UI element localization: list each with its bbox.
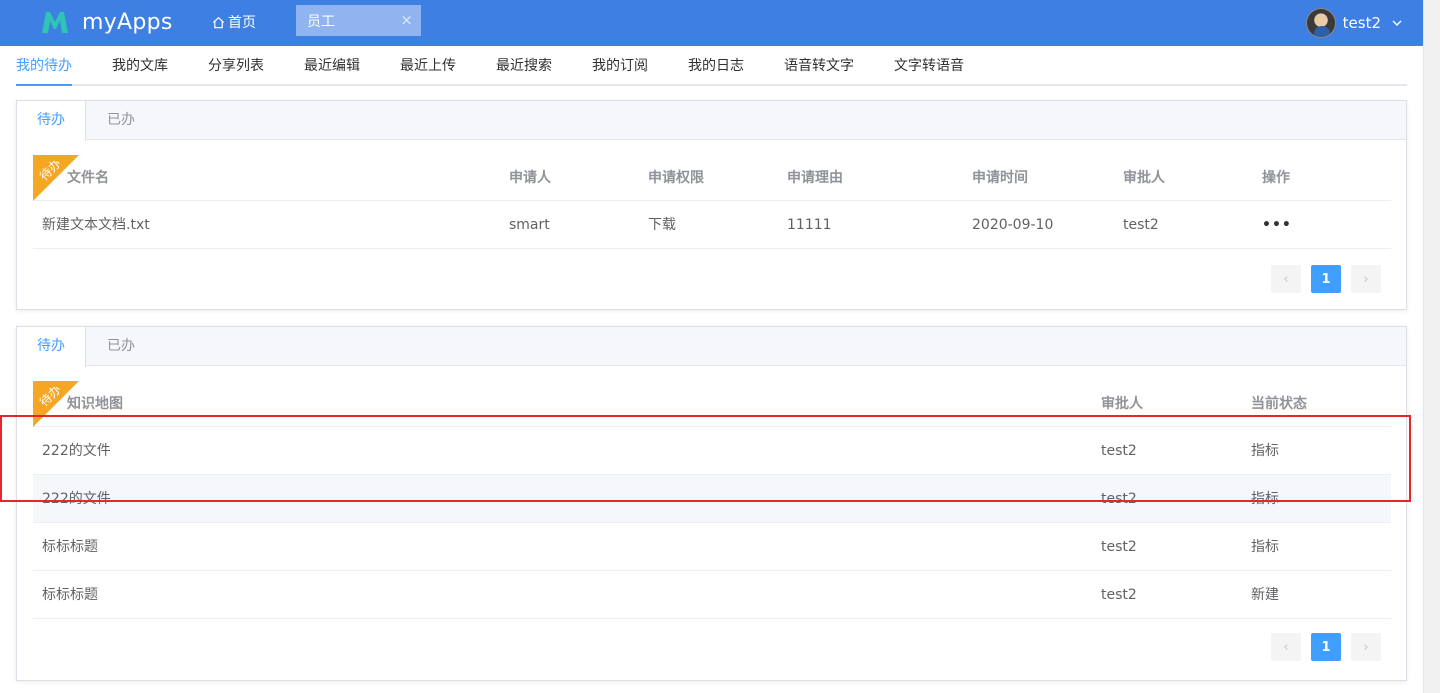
panel-tabs: 待办 已办 xyxy=(17,101,1406,141)
tab-my-subscriptions[interactable]: 我的订阅 xyxy=(592,46,648,86)
cell-status: 指标 xyxy=(1251,539,1279,555)
avatar xyxy=(1305,8,1336,38)
open-tab-employee[interactable]: 员工 × xyxy=(296,5,421,36)
app-logo[interactable]: myApps xyxy=(40,8,173,36)
col-applicant: 申请人 xyxy=(509,170,551,186)
table-row[interactable]: 标标标题 test2 新建 xyxy=(33,571,1391,619)
next-page-button[interactable]: › xyxy=(1351,633,1381,661)
cell-approver: test2 xyxy=(1101,443,1137,459)
home-link[interactable]: 首页 xyxy=(212,12,256,32)
knowledge-map-panel: 待办 已办 知识地图 审批人 当前状态 222的文件 test2 指标 222的… xyxy=(16,326,1407,681)
user-menu[interactable]: test2 xyxy=(1305,8,1403,38)
tab-speech-to-text[interactable]: 语音转文字 xyxy=(784,46,854,86)
col-approver: 审批人 xyxy=(1101,396,1143,412)
file-request-table: 文件名 申请人 申请权限 申请理由 申请时间 审批人 操作 新建文本文档.txt… xyxy=(33,155,1391,249)
tab-my-library[interactable]: 我的文库 xyxy=(112,46,168,86)
cell-apply-time: 2020-09-10 xyxy=(972,217,1054,233)
table-row[interactable]: 新建文本文档.txt smart 下载 11111 2020-09-10 tes… xyxy=(33,201,1391,249)
col-actions: 操作 xyxy=(1262,170,1290,186)
prev-page-button[interactable]: ‹ xyxy=(1271,265,1301,293)
tab-done[interactable]: 已办 xyxy=(87,101,155,140)
open-tab-label: 员工 xyxy=(307,13,335,30)
main-nav-tabs: 我的待办 我的文库 分享列表 最近编辑 最近上传 最近搜索 我的订阅 我的日志 … xyxy=(16,46,1407,86)
next-page-button[interactable]: › xyxy=(1351,265,1381,293)
tab-pending[interactable]: 待办 xyxy=(17,327,86,367)
table-header: 文件名 申请人 申请权限 申请理由 申请时间 审批人 操作 xyxy=(33,155,1391,201)
col-current-status: 当前状态 xyxy=(1251,396,1307,412)
cell-file-name: 新建文本文档.txt xyxy=(42,217,150,233)
col-permission: 申请权限 xyxy=(648,170,704,186)
cell-permission: 下载 xyxy=(648,217,676,233)
col-approver: 审批人 xyxy=(1123,170,1165,186)
tab-my-logs[interactable]: 我的日志 xyxy=(688,46,744,86)
table-header: 知识地图 审批人 当前状态 xyxy=(33,381,1391,427)
close-icon[interactable]: × xyxy=(400,12,413,28)
file-request-panel: 待办 已办 文件名 申请人 申请权限 申请理由 申请时间 审批人 操作 新建文本… xyxy=(16,100,1407,310)
col-apply-time: 申请时间 xyxy=(972,170,1028,186)
app-name: myApps xyxy=(82,9,173,35)
pagination: ‹ 1 › xyxy=(1271,633,1381,661)
table-row[interactable]: 222的文件 test2 指标 xyxy=(33,427,1391,475)
tab-recent-edits[interactable]: 最近编辑 xyxy=(304,46,360,86)
col-reason: 申请理由 xyxy=(787,170,843,186)
cell-title: 222的文件 xyxy=(42,491,111,507)
table-row[interactable]: 标标标题 test2 指标 xyxy=(33,523,1391,571)
cell-approver: test2 xyxy=(1101,491,1137,507)
myapps-logo-icon xyxy=(42,12,68,33)
active-tab-indicator xyxy=(16,84,72,86)
pending-corner-badge: 待办 xyxy=(33,381,79,427)
page-number-button[interactable]: 1 xyxy=(1311,265,1341,293)
home-label: 首页 xyxy=(228,15,256,31)
tab-done[interactable]: 已办 xyxy=(87,327,155,366)
knowledge-map-table: 知识地图 审批人 当前状态 222的文件 test2 指标 222的文件 tes… xyxy=(33,381,1391,619)
cell-approver: test2 xyxy=(1101,587,1137,603)
cell-status: 指标 xyxy=(1251,443,1279,459)
pagination: ‹ 1 › xyxy=(1271,265,1381,293)
tab-share-list[interactable]: 分享列表 xyxy=(208,46,264,86)
app-header: myApps 首页 员工 × test2 xyxy=(0,0,1423,46)
chevron-down-icon xyxy=(1392,20,1402,26)
cell-reason: 11111 xyxy=(787,217,832,233)
pending-corner-badge: 待办 xyxy=(33,155,79,201)
cell-approver: test2 xyxy=(1101,539,1137,555)
home-icon xyxy=(212,16,225,28)
more-actions-icon[interactable]: ••• xyxy=(1262,201,1292,249)
cell-title: 标标标题 xyxy=(42,587,98,603)
tab-recent-searches[interactable]: 最近搜索 xyxy=(496,46,552,86)
cell-status: 新建 xyxy=(1251,587,1279,603)
prev-page-button[interactable]: ‹ xyxy=(1271,633,1301,661)
cell-applicant: smart xyxy=(509,217,550,233)
page-number-button[interactable]: 1 xyxy=(1311,633,1341,661)
panel-tabs: 待办 已办 xyxy=(17,327,1406,367)
table-row[interactable]: 222的文件 test2 指标 xyxy=(33,475,1391,523)
user-name: test2 xyxy=(1342,14,1381,32)
tab-recent-uploads[interactable]: 最近上传 xyxy=(400,46,456,86)
cell-approver: test2 xyxy=(1123,217,1159,233)
cell-title: 标标标题 xyxy=(42,539,98,555)
cell-status: 指标 xyxy=(1251,491,1279,507)
tab-my-todo[interactable]: 我的待办 xyxy=(16,46,72,86)
tab-text-to-speech[interactable]: 文字转语音 xyxy=(894,46,964,86)
cell-title: 222的文件 xyxy=(42,443,111,459)
vertical-scrollbar[interactable] xyxy=(1423,0,1440,693)
tab-pending[interactable]: 待办 xyxy=(17,101,86,141)
